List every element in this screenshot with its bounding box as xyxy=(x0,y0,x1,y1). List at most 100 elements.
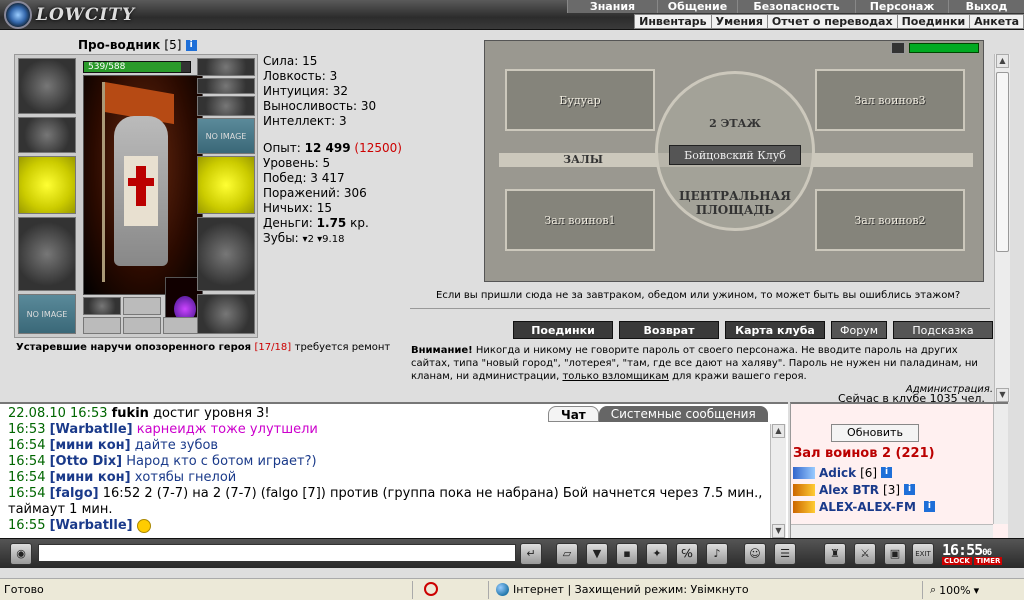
room-warriors-1[interactable]: Зал воинов1 xyxy=(505,189,655,251)
menu-character[interactable]: Персонаж xyxy=(855,0,948,13)
rune-slot[interactable] xyxy=(123,317,161,334)
refresh-icon[interactable] xyxy=(891,42,905,54)
room-scrollbar[interactable] xyxy=(993,404,1008,524)
tab-system-messages[interactable]: Системные сообщения xyxy=(598,406,768,422)
speaker-icon[interactable]: ◉ xyxy=(10,543,32,565)
cross-shape xyxy=(136,166,146,206)
armor-slot[interactable] xyxy=(18,217,76,291)
ring-slot[interactable] xyxy=(83,297,121,315)
submenu-profile[interactable]: Анкета xyxy=(970,15,1023,28)
smiley-icon xyxy=(136,518,151,533)
gloves-slot[interactable]: NO IMAGE xyxy=(197,118,255,154)
player-row[interactable]: Alex BTR [3] i xyxy=(793,481,935,498)
info-draws: Ничьих: 15 xyxy=(263,201,333,215)
money: Деньги: 1.75 кр. xyxy=(263,216,369,230)
info-icon[interactable]: i xyxy=(904,484,916,495)
main-menu: Знания Общение Безопасность Персонаж Вых… xyxy=(567,0,1024,13)
weapon-slot[interactable] xyxy=(18,156,76,214)
shield-slot[interactable] xyxy=(197,156,255,214)
fights-button[interactable]: Поединки xyxy=(513,321,613,339)
floor-label: 2 ЭТАЖ xyxy=(709,117,761,130)
exit-icon[interactable]: EXIT xyxy=(912,543,934,565)
whisper-icon[interactable] xyxy=(793,466,815,479)
chat-scrollbar[interactable]: ▲ ▼ xyxy=(770,424,786,538)
clock-label[interactable]: CLOCK xyxy=(942,557,972,565)
tab-chat[interactable]: Чат xyxy=(548,406,599,422)
eraser-icon[interactable]: ▱ xyxy=(556,543,578,565)
info-wins: Побед: 3 417 xyxy=(263,171,345,185)
swords-icon[interactable] xyxy=(793,500,815,513)
scroll-up-icon[interactable]: ▲ xyxy=(996,54,1009,68)
refresh-button[interactable]: Обновить xyxy=(831,424,919,442)
forum-button[interactable]: Форум xyxy=(831,321,887,339)
submenu-transfers[interactable]: Отчет о переводах xyxy=(768,15,898,28)
fight-icon[interactable]: ⚔ xyxy=(854,543,876,565)
chat-input[interactable] xyxy=(38,544,516,562)
zoom-icon: ⌕ xyxy=(930,583,937,596)
character-level: [5] xyxy=(164,38,182,52)
submenu-inventory[interactable]: Инвентарь xyxy=(635,15,712,28)
lock-icon[interactable]: ▣ xyxy=(884,543,906,565)
bracers-slot[interactable] xyxy=(18,117,76,153)
info-icon[interactable]: i xyxy=(923,501,935,512)
smiley-icon[interactable]: ☺ xyxy=(744,543,766,565)
return-button[interactable]: Возврат xyxy=(619,321,719,339)
room-hscrollbar[interactable] xyxy=(791,524,993,538)
security-zone: Інтернет | Захищений режим: Увімкнуто xyxy=(496,583,749,596)
separator xyxy=(922,581,923,599)
dance-icon[interactable]: ✦ xyxy=(646,543,668,565)
character-portrait[interactable] xyxy=(83,75,203,295)
player-row[interactable]: ALEX-ALEX-FM i xyxy=(793,498,935,515)
ring-slot[interactable] xyxy=(123,297,161,315)
volume-icon[interactable]: ♪ xyxy=(706,543,728,565)
fight-club-button[interactable]: Бойцовский Клуб xyxy=(669,145,801,165)
room-warriors-3[interactable]: Зал воинов3 xyxy=(815,69,965,131)
character-name: Про-водник [5] i xyxy=(78,38,197,52)
player-row[interactable]: Adick [6] i xyxy=(793,464,935,481)
scroll-up-icon[interactable]: ▲ xyxy=(772,424,785,438)
zoom-control[interactable]: ⌕ 100% ▾ xyxy=(930,583,979,597)
send-icon[interactable]: ↵ xyxy=(520,543,542,565)
menu-knowledge[interactable]: Знания xyxy=(567,0,657,13)
inventory-icon[interactable]: ♜ xyxy=(824,543,846,565)
scroll-thumb[interactable] xyxy=(996,72,1009,252)
rune-slot[interactable] xyxy=(83,317,121,334)
menu-communication[interactable]: Общение xyxy=(657,0,737,13)
filter-icon[interactable]: ▼ xyxy=(586,543,608,565)
separator xyxy=(488,581,489,599)
room-warriors-2[interactable]: Зал воинов2 xyxy=(815,189,965,251)
scroll-down-icon[interactable]: ▼ xyxy=(772,524,785,538)
amulet-slot[interactable] xyxy=(197,58,255,76)
room-boudoir[interactable]: Будуар xyxy=(505,69,655,131)
timer-label[interactable]: TIMER xyxy=(973,557,1003,565)
menu-exit[interactable]: Выход xyxy=(948,0,1024,13)
belt-slot[interactable]: NO IMAGE xyxy=(18,294,76,334)
submenu-skills[interactable]: Умения xyxy=(712,15,768,28)
scroll-down-icon[interactable]: ▼ xyxy=(996,388,1009,402)
info-icon[interactable]: i xyxy=(881,467,893,478)
boots-slot[interactable] xyxy=(197,294,255,334)
save-icon[interactable]: ▪ xyxy=(616,543,638,565)
info-icon[interactable]: i xyxy=(185,40,197,51)
popup-blocked-icon[interactable] xyxy=(424,582,438,596)
translit-icon[interactable]: ℅ xyxy=(676,543,698,565)
club-map-button[interactable]: Карта клуба xyxy=(725,321,825,339)
square-label-2[interactable]: ПЛОЩАДЬ xyxy=(665,203,805,217)
logo[interactable]: LOWCITY xyxy=(4,1,135,29)
leggings-slot[interactable] xyxy=(197,217,255,291)
halls-label: ЗАЛЫ xyxy=(563,153,603,166)
main-scrollbar[interactable]: ▲ ▼ xyxy=(994,54,1010,402)
bottom-toolbar: ◉ ↵ ▱ ▼ ▪ ✦ ℅ ♪ ☺ ☰ ♜ ⚔ ▣ EXIT 16:5506 C… xyxy=(0,538,1024,568)
earring-slot[interactable] xyxy=(197,78,255,94)
hint-button[interactable]: Подсказка xyxy=(893,321,993,339)
chat-line: 16:54 [Otto Dix] Народ кто с ботом играе… xyxy=(8,454,317,469)
menu-security[interactable]: Безопасность xyxy=(737,0,855,13)
helmet-slot[interactable] xyxy=(18,58,76,114)
rune-slot[interactable] xyxy=(163,317,201,334)
swords-icon[interactable] xyxy=(793,483,815,496)
settings-icon[interactable]: ☰ xyxy=(774,543,796,565)
submenu-fights[interactable]: Поединки xyxy=(898,15,971,28)
hackers-link[interactable]: только взломщикам xyxy=(562,371,668,382)
chat-line: 16:53 [Warbatlle] карнеидж тоже улутшели xyxy=(8,422,318,437)
ring-slots[interactable] xyxy=(197,96,255,116)
